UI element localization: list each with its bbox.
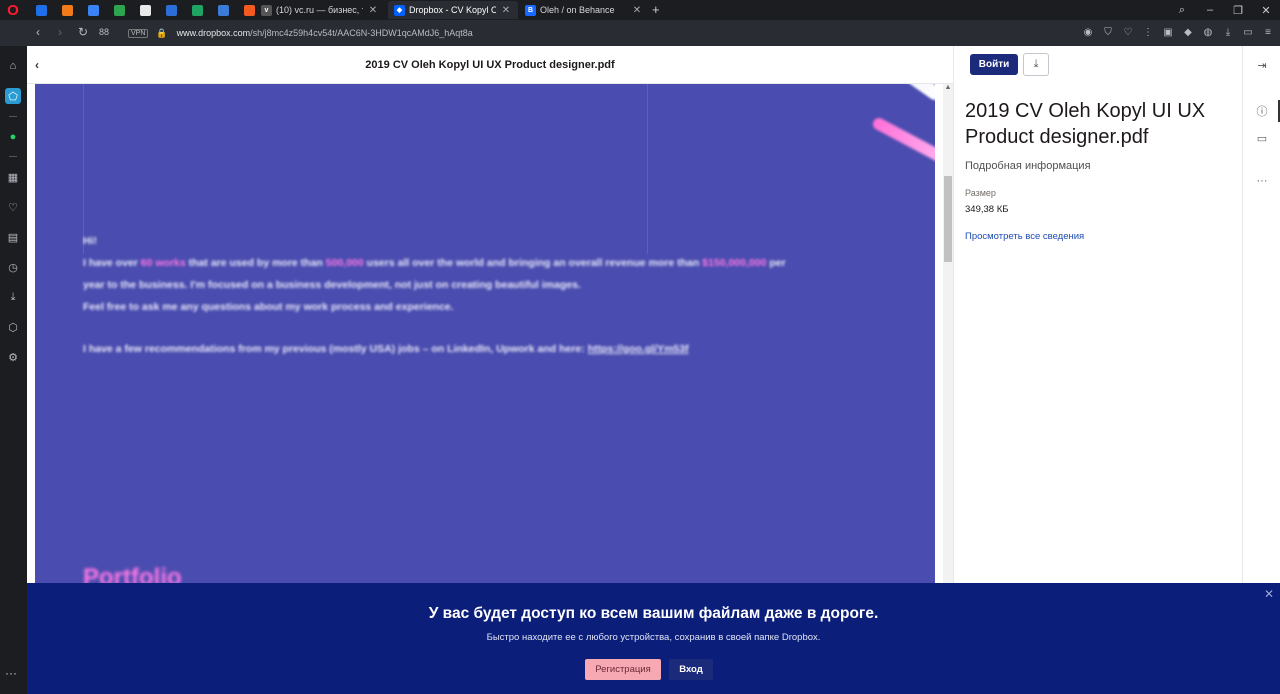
news-icon[interactable]: ▤ <box>5 229 21 245</box>
search-tabs-icon[interactable]: ⌕ <box>1168 4 1196 17</box>
behance-icon: B <box>525 4 536 16</box>
address-bar: ‹ › ↻ 88 VPN 🔒 www.dropbox.com/sh/j8mc4z… <box>0 20 1280 46</box>
address-bar-actions: ◉ ⛉ ♡ ⋮ ▣ ◆ ◍ ⤓ ▭ ≡ <box>1082 25 1274 39</box>
browser-tab-bar: O v (10) vc.ru — бизнес, техно ✕ ◆ Dropb… <box>0 0 1280 20</box>
extension-2-icon[interactable]: ◆ <box>1182 25 1194 39</box>
home-icon[interactable]: ⌂ <box>5 58 21 74</box>
url-domain: www.dropbox.com <box>176 28 251 38</box>
extension-icon[interactable]: ▣ <box>1162 25 1174 39</box>
speed-dial-icon[interactable]: ⬠ <box>5 88 21 104</box>
details-heading: Подробная информация <box>965 160 1091 172</box>
tab-behance[interactable]: B Oleh / on Behance ✕ <box>519 1 649 19</box>
pinned-tab-5[interactable] <box>134 3 156 17</box>
file-title: 2019 CV Oleh Kopyl UI UX Product designe… <box>365 58 615 71</box>
close-tab-icon[interactable]: ✕ <box>367 5 379 16</box>
register-button[interactable]: Регистрация <box>585 659 661 680</box>
history-icon[interactable]: ◷ <box>5 259 21 275</box>
pinned-tab-2[interactable] <box>56 3 78 17</box>
settings-icon[interactable]: ⚙ <box>5 349 21 365</box>
pinned-tabs <box>30 3 260 17</box>
viewer-header: ‹ 2019 CV Oleh Kopyl UI UX Product desig… <box>27 46 953 84</box>
banner-heading: У вас будет доступ ко всем вашим файлам … <box>428 605 879 622</box>
close-tab-icon[interactable]: ✕ <box>631 5 643 16</box>
vc-icon: v <box>261 4 272 16</box>
back-chevron-icon[interactable]: ‹ <box>35 58 39 72</box>
shield-icon[interactable]: ⛉ <box>1102 25 1114 39</box>
forward-icon[interactable]: › <box>58 25 62 39</box>
close-banner-icon[interactable]: ✕ <box>1264 587 1274 601</box>
panel-file-title: 2019 CV Oleh Kopyl UI UX Product designe… <box>965 100 1206 148</box>
info-icon[interactable]: ⓘ <box>1255 104 1269 118</box>
dropbox-icon: ◆ <box>394 4 405 16</box>
menu-icon[interactable]: ⋮ <box>1142 25 1154 39</box>
heart-icon[interactable]: ♡ <box>5 199 21 215</box>
tab-vc[interactable]: v (10) vc.ru — бизнес, техно ✕ <box>255 1 385 19</box>
pinned-tab-drive[interactable] <box>108 3 130 17</box>
download-icon: ⤓ <box>1033 58 1039 70</box>
minimize-icon[interactable]: – <box>1196 4 1224 16</box>
pdf-page: Hi! I have over 60 works that are used b… <box>35 84 935 624</box>
reload-icon[interactable]: ↻ <box>78 25 88 39</box>
url-field[interactable]: VPN 🔒 www.dropbox.com/sh/j8mc4z59h4cv54t… <box>128 24 473 42</box>
pinned-tab-docs-2[interactable] <box>212 3 234 17</box>
tab-dropbox[interactable]: ◆ Dropbox - CV Kopyl Oleh - ✕ <box>388 1 518 19</box>
decorative-stripe <box>805 84 935 103</box>
login-button[interactable]: Войти <box>970 54 1018 75</box>
downloads-icon[interactable]: ⤓ <box>5 289 21 305</box>
scroll-thumb[interactable] <box>944 176 952 262</box>
new-tab-icon[interactable]: + <box>652 2 660 17</box>
recommendations-link[interactable]: https://goo.gl/Ym53f <box>588 343 689 355</box>
scroll-up-icon[interactable]: ▲ <box>943 84 953 94</box>
pinned-tab-sheets[interactable] <box>186 3 208 17</box>
battery-icon[interactable]: ▭ <box>1242 25 1254 39</box>
viewer-scrollbar[interactable]: ▲ <box>943 84 953 624</box>
size-value: 349,38 КБ <box>965 204 1009 215</box>
heart-icon[interactable]: ♡ <box>1122 25 1134 39</box>
collapse-panel-icon[interactable]: ⇥ <box>1255 58 1269 72</box>
close-window-icon[interactable]: ✕ <box>1252 4 1280 17</box>
extension-3-icon[interactable]: ◍ <box>1202 25 1214 39</box>
window-controls: ⌕ – ❐ ✕ <box>1168 0 1280 20</box>
cube-icon[interactable]: ⬡ <box>5 319 21 335</box>
vpn-badge[interactable]: VPN <box>128 28 149 38</box>
easy-setup-icon[interactable]: ≡ <box>1262 25 1274 39</box>
pinned-tab-docs[interactable] <box>160 3 182 17</box>
url-path: /sh/j8mc4z59h4cv54t/AAC6N-3HDW1qcAMdJ6_h… <box>250 28 473 38</box>
signup-banner: ✕ У вас будет доступ ко всем вашим файла… <box>27 583 1280 694</box>
download-button[interactable]: ⤓ <box>1023 53 1049 76</box>
whatsapp-icon[interactable]: ● <box>5 129 21 145</box>
pdf-text: Hi! I have over 60 works that are used b… <box>83 235 786 355</box>
back-icon[interactable]: ‹ <box>36 25 40 39</box>
more-options-icon[interactable]: ··· <box>1255 174 1269 188</box>
download-icon[interactable]: ⤓ <box>1222 25 1234 39</box>
lock-icon[interactable]: 🔒 <box>156 28 167 39</box>
more-icon[interactable]: ··· <box>5 666 17 680</box>
opera-logo-icon[interactable]: O <box>4 2 22 20</box>
banner-subtext: Быстро находите ее с любого устройства, … <box>486 632 821 643</box>
close-tab-icon[interactable]: ✕ <box>500 5 512 16</box>
pinned-tab-translate[interactable] <box>82 3 104 17</box>
signin-button[interactable]: Вход <box>669 659 713 680</box>
camera-icon[interactable]: ◉ <box>1082 25 1094 39</box>
tab-count[interactable]: 88 <box>99 27 109 37</box>
size-label: Размер <box>965 188 996 198</box>
comments-icon[interactable]: ▭ <box>1255 131 1269 145</box>
maximize-icon[interactable]: ❐ <box>1224 4 1252 17</box>
workspaces-icon[interactable]: ▦ <box>5 169 21 185</box>
browser-sidebar: ⌂ ⬠ ● ▦ ♡ ▤ ◷ ⤓ ⬡ ⚙ ··· <box>0 46 27 694</box>
view-all-details-link[interactable]: Просмотреть все сведения <box>965 231 1084 242</box>
pinned-tab-mail[interactable] <box>30 3 52 17</box>
decorative-stripe-pink <box>870 115 935 165</box>
